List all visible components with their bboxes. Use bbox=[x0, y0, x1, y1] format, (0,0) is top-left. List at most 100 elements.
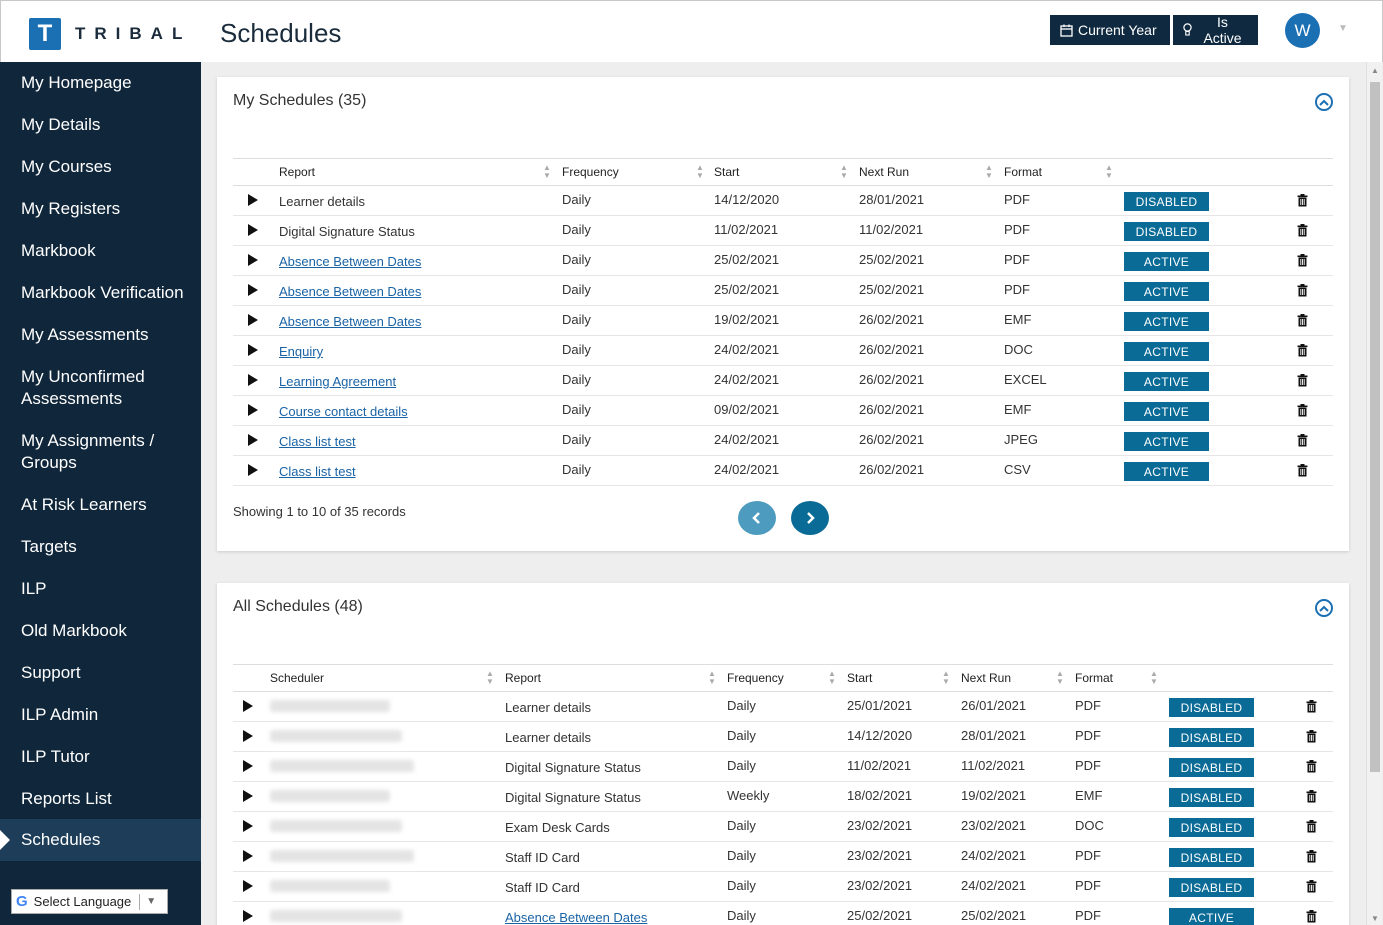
table-row[interactable]: Absence Between Dates Daily 25/02/2021 25/0… bbox=[233, 902, 1333, 925]
delete-icon[interactable] bbox=[1297, 254, 1308, 272]
sidebar-item-my-unconfirmed-assessments[interactable]: My Unconfirmed Assessments bbox=[0, 366, 190, 410]
sidebar-item-ilp-admin[interactable]: ILP Admin bbox=[0, 704, 201, 726]
sidebar-item-markbook[interactable]: Markbook bbox=[0, 240, 201, 262]
table-row[interactable]: Course contact details Daily 09/02/2021 26/… bbox=[233, 396, 1333, 426]
expand-row-icon[interactable] bbox=[243, 700, 253, 712]
sidebar-item-support[interactable]: Support bbox=[0, 662, 201, 684]
sidebar-item-markbook-verification[interactable]: Markbook Verification bbox=[0, 282, 201, 304]
delete-icon[interactable] bbox=[1306, 880, 1317, 898]
sort-icon[interactable]: ▲ ▼ bbox=[486, 670, 494, 686]
column-header-next-run[interactable]: Next Run bbox=[961, 671, 1011, 685]
sidebar-item-old-markbook[interactable]: Old Markbook bbox=[0, 620, 201, 642]
sidebar-item-my-assignments-groups[interactable]: My Assignments / Groups bbox=[0, 430, 175, 474]
tribal-logo[interactable]: T bbox=[29, 18, 61, 50]
delete-icon[interactable] bbox=[1297, 224, 1308, 242]
delete-icon[interactable] bbox=[1297, 464, 1308, 482]
collapse-icon[interactable] bbox=[1315, 93, 1333, 111]
expand-row-icon[interactable] bbox=[243, 850, 253, 862]
delete-icon[interactable] bbox=[1306, 700, 1317, 718]
report-name[interactable]: Class list test bbox=[279, 434, 356, 449]
collapse-icon[interactable] bbox=[1315, 599, 1333, 617]
delete-icon[interactable] bbox=[1306, 850, 1317, 868]
sort-icon[interactable]: ▲ ▼ bbox=[942, 670, 950, 686]
delete-icon[interactable] bbox=[1306, 820, 1317, 838]
expand-row-icon[interactable] bbox=[243, 730, 253, 742]
chevron-down-icon[interactable]: ▼ bbox=[1338, 23, 1348, 34]
status-badge[interactable]: ACTIVE bbox=[1124, 282, 1209, 301]
status-badge[interactable]: ACTIVE bbox=[1124, 462, 1209, 481]
sidebar-item-schedules[interactable]: Schedules bbox=[0, 819, 201, 861]
delete-icon[interactable] bbox=[1297, 314, 1308, 332]
expand-row-icon[interactable] bbox=[243, 760, 253, 772]
is-active-button[interactable]: Is Active bbox=[1173, 14, 1258, 46]
expand-row-icon[interactable] bbox=[243, 820, 253, 832]
sidebar-item-my-assessments[interactable]: My Assessments bbox=[0, 324, 201, 346]
table-row[interactable]: Exam Desk Cards Daily 23/02/2021 23/02/2021… bbox=[233, 812, 1333, 842]
expand-row-icon[interactable] bbox=[243, 910, 253, 922]
sort-icon[interactable]: ▲ ▼ bbox=[828, 670, 836, 686]
table-row[interactable]: Staff ID Card Daily 23/02/2021 24/02/2021 PD… bbox=[233, 842, 1333, 872]
sidebar-item-reports-list[interactable]: Reports List bbox=[0, 788, 201, 810]
table-row[interactable]: Digital Signature Status Daily 11/02/2021 1… bbox=[233, 752, 1333, 782]
expand-row-icon[interactable] bbox=[248, 254, 258, 266]
sidebar-item-my-homepage[interactable]: My Homepage bbox=[0, 72, 201, 94]
status-badge[interactable]: DISABLED bbox=[1169, 818, 1254, 837]
delete-icon[interactable] bbox=[1306, 760, 1317, 778]
status-badge[interactable]: ACTIVE bbox=[1124, 402, 1209, 421]
column-header-start[interactable]: Start bbox=[847, 671, 872, 685]
expand-row-icon[interactable] bbox=[248, 284, 258, 296]
sidebar-item-ilp-tutor[interactable]: ILP Tutor bbox=[0, 746, 201, 768]
table-row[interactable]: Learner details Daily 25/01/2021 26/01/2021… bbox=[233, 692, 1333, 722]
expand-row-icon[interactable] bbox=[243, 880, 253, 892]
status-badge[interactable]: DISABLED bbox=[1169, 758, 1254, 777]
sidebar-item-targets[interactable]: Targets bbox=[0, 536, 201, 558]
delete-icon[interactable] bbox=[1297, 404, 1308, 422]
status-badge[interactable]: DISABLED bbox=[1124, 192, 1209, 211]
delete-icon[interactable] bbox=[1297, 374, 1308, 392]
sidebar-item-ilp[interactable]: ILP bbox=[0, 578, 201, 600]
status-badge[interactable]: ACTIVE bbox=[1124, 312, 1209, 331]
status-badge[interactable]: ACTIVE bbox=[1124, 432, 1209, 451]
table-row[interactable]: Staff ID Card Daily 23/02/2021 24/02/2021 PD… bbox=[233, 872, 1333, 902]
report-name[interactable]: Absence Between Dates bbox=[279, 284, 421, 299]
expand-row-icon[interactable] bbox=[248, 464, 258, 476]
status-badge[interactable]: DISABLED bbox=[1169, 728, 1254, 747]
status-badge[interactable]: DISABLED bbox=[1169, 788, 1254, 807]
sidebar-item-my-details[interactable]: My Details bbox=[0, 114, 201, 136]
expand-row-icon[interactable] bbox=[248, 344, 258, 356]
current-year-button[interactable]: Current Year bbox=[1050, 15, 1170, 45]
sort-icon[interactable]: ▲ ▼ bbox=[840, 164, 848, 180]
expand-row-icon[interactable] bbox=[248, 314, 258, 326]
report-name[interactable]: Absence Between Dates bbox=[505, 910, 647, 925]
status-badge[interactable]: ACTIVE bbox=[1124, 252, 1209, 271]
report-name[interactable]: Absence Between Dates bbox=[279, 254, 421, 269]
column-header-next-run[interactable]: Next Run bbox=[859, 165, 909, 179]
delete-icon[interactable] bbox=[1306, 910, 1317, 925]
column-header-report[interactable]: Report bbox=[505, 671, 541, 685]
sidebar-item-my-registers[interactable]: My Registers bbox=[0, 198, 201, 220]
delete-icon[interactable] bbox=[1306, 790, 1317, 808]
status-badge[interactable]: ACTIVE bbox=[1124, 372, 1209, 391]
report-name[interactable]: Absence Between Dates bbox=[279, 314, 421, 329]
scroll-down-icon[interactable]: ▼ bbox=[1371, 914, 1379, 923]
table-row[interactable]: Absence Between Dates Daily 25/02/2021 25/0… bbox=[233, 246, 1333, 276]
sidebar-item-my-courses[interactable]: My Courses bbox=[0, 156, 201, 178]
table-row[interactable]: Digital Signature Status Daily 11/02/2021 1… bbox=[233, 216, 1333, 246]
column-header-frequency[interactable]: Frequency bbox=[727, 671, 784, 685]
scroll-up-icon[interactable]: ▲ bbox=[1371, 66, 1379, 75]
sidebar-item-at-risk-learners[interactable]: At Risk Learners bbox=[0, 494, 201, 516]
table-row[interactable]: Learner details Daily 14/12/2020 28/01/2021… bbox=[233, 722, 1333, 752]
next-page-button[interactable] bbox=[791, 501, 829, 535]
sort-icon[interactable]: ▲ ▼ bbox=[1150, 670, 1158, 686]
delete-icon[interactable] bbox=[1297, 434, 1308, 452]
status-badge[interactable]: DISABLED bbox=[1169, 848, 1254, 867]
report-name[interactable]: Learning Agreement bbox=[279, 374, 396, 389]
page-scrollbar[interactable]: ▲ ▼ bbox=[1366, 62, 1382, 925]
report-name[interactable]: Course contact details bbox=[279, 404, 408, 419]
status-badge[interactable]: DISABLED bbox=[1124, 222, 1209, 241]
status-badge[interactable]: ACTIVE bbox=[1124, 342, 1209, 361]
report-name[interactable]: Enquiry bbox=[279, 344, 323, 359]
delete-icon[interactable] bbox=[1306, 730, 1317, 748]
column-header-format[interactable]: Format bbox=[1004, 165, 1042, 179]
delete-icon[interactable] bbox=[1297, 284, 1308, 302]
